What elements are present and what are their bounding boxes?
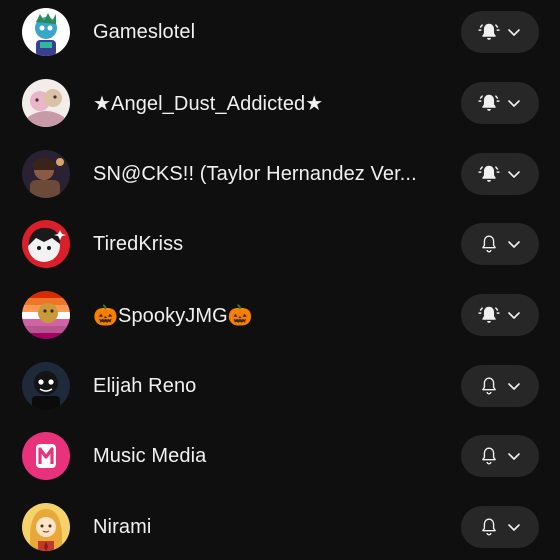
bell-outline-icon <box>482 447 496 465</box>
bell-outline-icon <box>482 377 496 395</box>
chevron-down-icon <box>508 383 520 390</box>
notification-bell-button[interactable] <box>461 11 539 53</box>
channel-row[interactable]: Music Media <box>0 421 560 491</box>
channel-row[interactable]: Gameslotel <box>0 0 560 67</box>
notification-bell-button[interactable] <box>461 294 539 336</box>
channel-avatar-image <box>22 503 70 551</box>
channel-avatar[interactable] <box>22 79 70 127</box>
channel-avatar[interactable] <box>22 432 70 480</box>
channel-row[interactable]: TiredKriss <box>0 209 560 279</box>
channel-name[interactable]: TiredKriss <box>93 233 443 256</box>
channel-row[interactable]: 🎃SpookyJMG🎃 <box>0 280 560 350</box>
channel-avatar-image <box>22 291 70 339</box>
channel-name[interactable]: SN@CKS!! (Taylor Hernandez Ver... <box>93 163 443 186</box>
chevron-down-icon <box>508 171 520 178</box>
channel-name[interactable]: ★Angel_Dust_Addicted★ <box>93 91 443 116</box>
notification-bell-button[interactable] <box>461 153 539 195</box>
notification-bell-button[interactable] <box>461 82 539 124</box>
channel-avatar-image <box>22 432 70 480</box>
channel-avatar-image <box>22 150 70 198</box>
bell-outline-icon <box>482 518 496 536</box>
bell-ringing-icon <box>478 23 500 40</box>
channel-name[interactable]: Elijah Reno <box>93 375 443 398</box>
channel-row[interactable]: Elijah Reno <box>0 351 560 421</box>
channel-name[interactable]: Music Media <box>93 445 443 468</box>
chevron-down-icon <box>508 524 520 531</box>
notification-bell-button[interactable] <box>461 223 539 265</box>
chevron-down-icon <box>508 453 520 460</box>
notification-bell-button[interactable] <box>461 435 539 477</box>
bell-ringing-icon <box>478 165 500 182</box>
notification-bell-button[interactable] <box>461 506 539 548</box>
channel-avatar-image <box>22 8 70 56</box>
channel-avatar[interactable] <box>22 220 70 268</box>
channel-name[interactable]: 🎃SpookyJMG🎃 <box>93 303 443 328</box>
channel-avatar[interactable] <box>22 291 70 339</box>
channel-avatar-image <box>22 362 70 410</box>
channel-row[interactable]: SN@CKS!! (Taylor Hernandez Ver... <box>0 139 560 209</box>
chevron-down-icon <box>508 100 520 107</box>
channel-row[interactable]: ★Angel_Dust_Addicted★ <box>0 68 560 138</box>
channel-avatar[interactable] <box>22 503 70 551</box>
notification-bell-button[interactable] <box>461 365 539 407</box>
channel-avatar[interactable] <box>22 8 70 56</box>
chevron-down-icon <box>508 241 520 248</box>
chevron-down-icon <box>508 29 520 36</box>
channel-avatar[interactable] <box>22 150 70 198</box>
channel-row[interactable]: Nirami <box>0 492 560 560</box>
channel-avatar-image <box>22 79 70 127</box>
channel-avatar-image <box>22 220 70 268</box>
channel-avatar[interactable] <box>22 362 70 410</box>
bell-outline-icon <box>482 235 496 253</box>
channel-name[interactable]: Nirami <box>93 516 443 539</box>
bell-ringing-icon <box>478 306 500 323</box>
channel-name[interactable]: Gameslotel <box>93 21 443 44</box>
subscription-channel-list: Gameslotel ★Angel_Dust_Addicted★ SN@CKS!… <box>0 0 560 560</box>
chevron-down-icon <box>508 312 520 319</box>
bell-ringing-icon <box>478 94 500 111</box>
